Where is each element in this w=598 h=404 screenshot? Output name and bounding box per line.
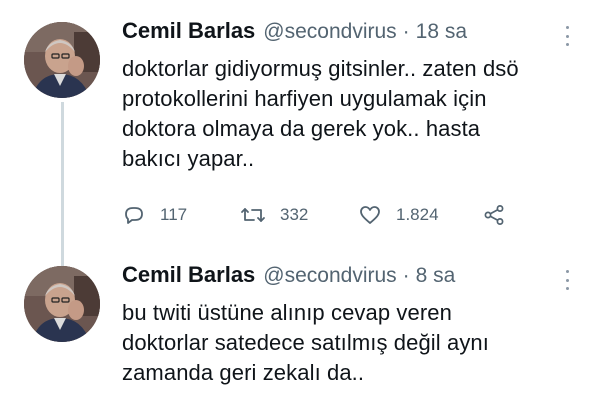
- tweet-text-line: protokollerini harfiyen uygulamak için: [122, 86, 487, 111]
- tweet-text-line: doktorlar gidiyormuş gitsinler.. zaten d…: [122, 56, 519, 81]
- avatar[interactable]: [24, 266, 100, 342]
- tweet-text-line: bakıcı yapar..: [122, 146, 255, 171]
- header-separator: ·: [402, 20, 410, 43]
- reply-button[interactable]: 117: [122, 203, 240, 227]
- tweet-timestamp[interactable]: 18 sa: [416, 20, 467, 44]
- tweet-thread: Cemil Barlas @secondvirus · 18 sa doktor…: [0, 0, 598, 404]
- share-icon: [484, 205, 504, 225]
- tweet[interactable]: Cemil Barlas @secondvirus · 8 sa bu twit…: [0, 252, 598, 404]
- tweet-text: doktorlar gidiyormuş gitsinler.. zaten d…: [122, 54, 578, 174]
- avatar[interactable]: [24, 22, 100, 98]
- tweet-header: Cemil Barlas @secondvirus · 18 sa: [122, 18, 578, 50]
- like-count: 1.824: [396, 205, 439, 224]
- tweet-header: Cemil Barlas @secondvirus · 8 sa: [122, 262, 578, 294]
- more-options-icon[interactable]: [564, 270, 570, 290]
- header-separator: ·: [402, 264, 410, 287]
- tweet-timestamp[interactable]: 8 sa: [416, 264, 456, 288]
- tweet-text: bu twiti üstüne alınıp cevap veren dokto…: [122, 298, 578, 388]
- share-button[interactable]: [482, 203, 506, 227]
- author-handle[interactable]: @secondvirus: [263, 264, 396, 288]
- tweet-text-line: zamanda geri zekalı da..: [122, 360, 365, 385]
- retweet-button[interactable]: 332: [240, 203, 358, 227]
- tweet-text-line: doktora olmaya da gerek yok.. hasta: [122, 116, 481, 141]
- author-handle[interactable]: @secondvirus: [263, 20, 396, 44]
- tweet-actions: 117 332 1.824: [122, 200, 506, 230]
- tweet-body: Cemil Barlas @secondvirus · 8 sa bu twit…: [122, 262, 578, 388]
- tweet-text-line: doktorlar satedece satılmış değil aynı: [122, 330, 489, 355]
- more-options-icon[interactable]: [564, 26, 570, 46]
- retweet-icon: [241, 208, 265, 222]
- avatar-photo: [24, 22, 100, 98]
- tweet-body: Cemil Barlas @secondvirus · 18 sa doktor…: [122, 18, 578, 174]
- author-name[interactable]: Cemil Barlas: [122, 18, 255, 44]
- tweet-text-line: bu twiti üstüne alınıp cevap veren: [122, 300, 452, 325]
- retweet-count: 332: [280, 205, 309, 224]
- reply-icon: [125, 207, 143, 224]
- avatar-photo: [24, 266, 100, 342]
- like-button[interactable]: 1.824: [358, 203, 482, 227]
- heart-icon: [360, 206, 380, 224]
- reply-count: 117: [160, 205, 188, 224]
- author-name[interactable]: Cemil Barlas: [122, 262, 255, 288]
- tweet[interactable]: Cemil Barlas @secondvirus · 18 sa doktor…: [0, 0, 598, 252]
